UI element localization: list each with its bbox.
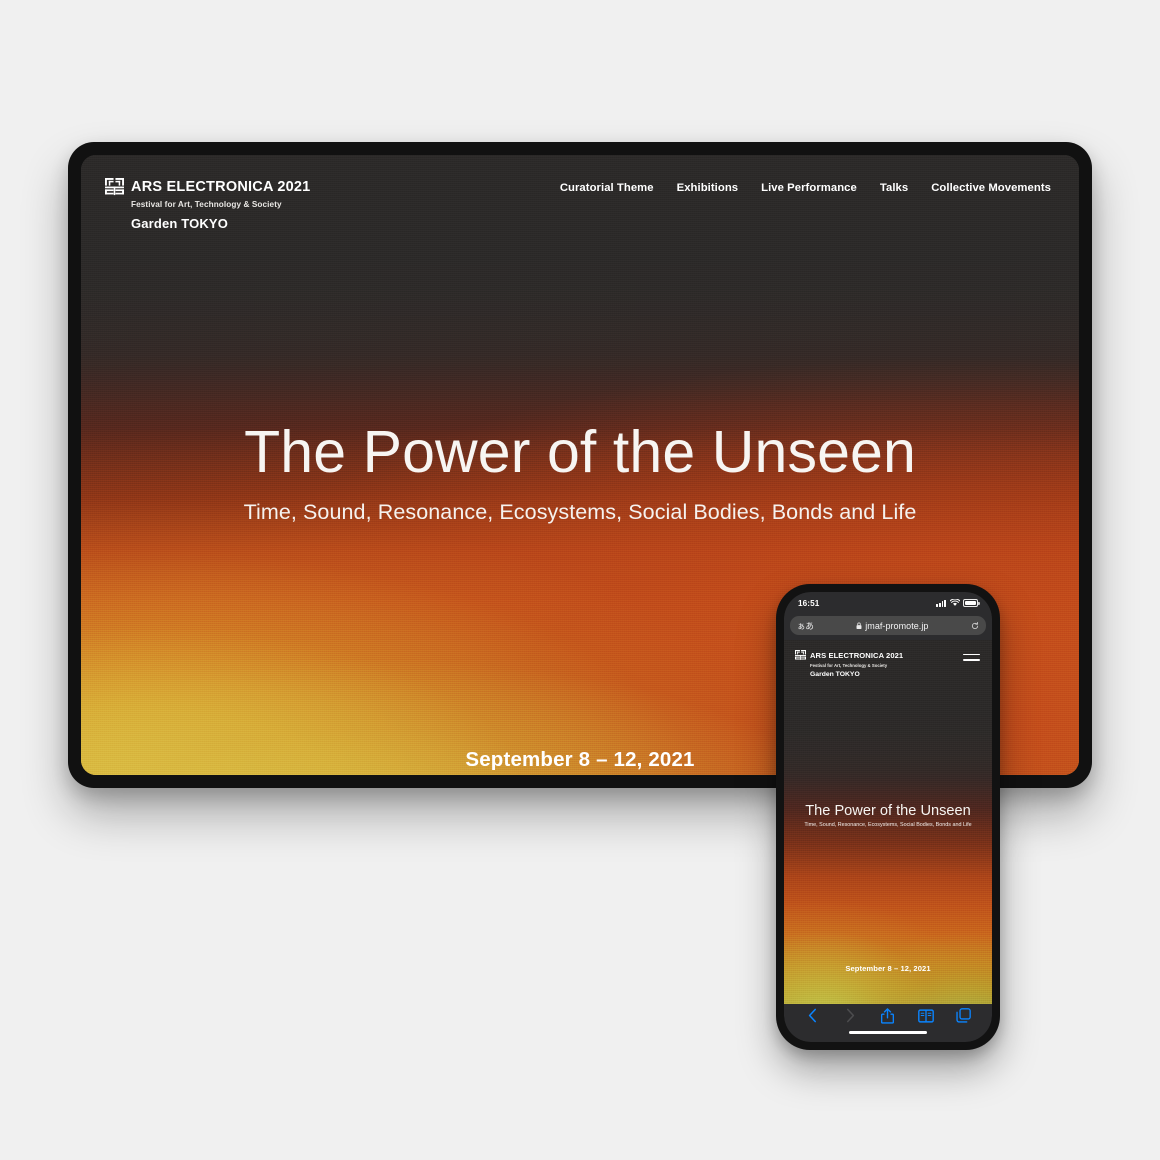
phone-brand-logo-lockup[interactable]: ARS ELECTRONICA 2021 Festival for Art, T… (795, 650, 903, 679)
tablet-site-header: ARS ELECTRONICA 2021 Festival for Art, T… (81, 155, 1079, 233)
phone-site-header: ARS ELECTRONICA 2021 Festival for Art, T… (784, 640, 992, 678)
phone-brand-title: ARS ELECTRONICA 2021 (810, 650, 904, 660)
brand-subtitle: Festival for Art, Technology & Society (131, 200, 282, 209)
phone-browser-chrome: ぁあ jmaf-promote.jp (784, 614, 992, 640)
brand-garden-label: Garden TOKYO (131, 216, 228, 232)
tabs-icon[interactable] (950, 1005, 976, 1027)
hero-subtitle: Time, Sound, Resonance, Ecosystems, Soci… (243, 500, 917, 524)
phone-brand-garden-label: Garden TOKYO (810, 670, 860, 678)
phone-screen: 16:51 ぁあ jmaf-promote.jp ARS ELECTRONICA… (784, 592, 992, 1042)
mockup-stage: ARS ELECTRONICA 2021 Festival for Art, T… (0, 0, 1160, 1160)
lock-icon (856, 622, 862, 630)
nav-item-exhibitions[interactable]: Exhibitions (677, 182, 739, 194)
share-icon[interactable] (875, 1005, 901, 1027)
ars-electronica-maze-mark-icon (105, 178, 124, 196)
phone-browser-toolbar (784, 1004, 992, 1042)
status-bar-time: 16:51 (798, 598, 820, 608)
back-chevron-icon[interactable] (800, 1005, 826, 1027)
bookmarks-book-icon[interactable] (913, 1005, 939, 1027)
nav-item-collective-movements[interactable]: Collective Movements (931, 182, 1051, 194)
forward-chevron-icon (837, 1005, 863, 1027)
reload-icon[interactable] (971, 621, 979, 630)
smartphone-device: 16:51 ぁあ jmaf-promote.jp ARS ELECTRONICA… (776, 584, 1000, 1050)
url-text: jmaf-promote.jp (865, 620, 929, 631)
hero-title: The Power of the Unseen (244, 419, 916, 485)
home-indicator (784, 1031, 992, 1042)
cellular-signal-icon (936, 599, 946, 607)
phone-status-bar: 16:51 (784, 592, 992, 614)
nav-item-curatorial-theme[interactable]: Curatorial Theme (560, 182, 654, 194)
nav-item-talks[interactable]: Talks (880, 182, 908, 194)
phone-page-content: ARS ELECTRONICA 2021 Festival for Art, T… (784, 640, 992, 1004)
phone-hero-date: September 8 – 12, 2021 (845, 964, 931, 973)
address-bar[interactable]: ぁあ jmaf-promote.jp (790, 616, 986, 635)
brand-logo-lockup[interactable]: ARS ELECTRONICA 2021 Festival for Art, T… (105, 178, 310, 230)
status-bar-icons (936, 599, 980, 607)
phone-hero-subtitle: Time, Sound, Resonance, Ecosystems, Soci… (804, 822, 972, 828)
nav-item-live-performance[interactable]: Live Performance (761, 182, 857, 194)
hamburger-menu-icon[interactable] (963, 654, 980, 661)
battery-full-icon (963, 599, 980, 607)
wifi-icon (949, 599, 960, 607)
phone-hero-title: The Power of the Unseen (805, 803, 971, 819)
tablet-main-nav: Curatorial Theme Exhibitions Live Perfor… (560, 182, 1051, 194)
url-display[interactable]: jmaf-promote.jp (856, 621, 928, 631)
text-size-button[interactable]: ぁあ (797, 620, 814, 632)
ars-electronica-maze-mark-icon (795, 650, 806, 660)
phone-brand-subtitle: Festival for Art, Technology & Society (810, 662, 888, 668)
brand-title: ARS ELECTRONICA 2021 (131, 179, 311, 196)
